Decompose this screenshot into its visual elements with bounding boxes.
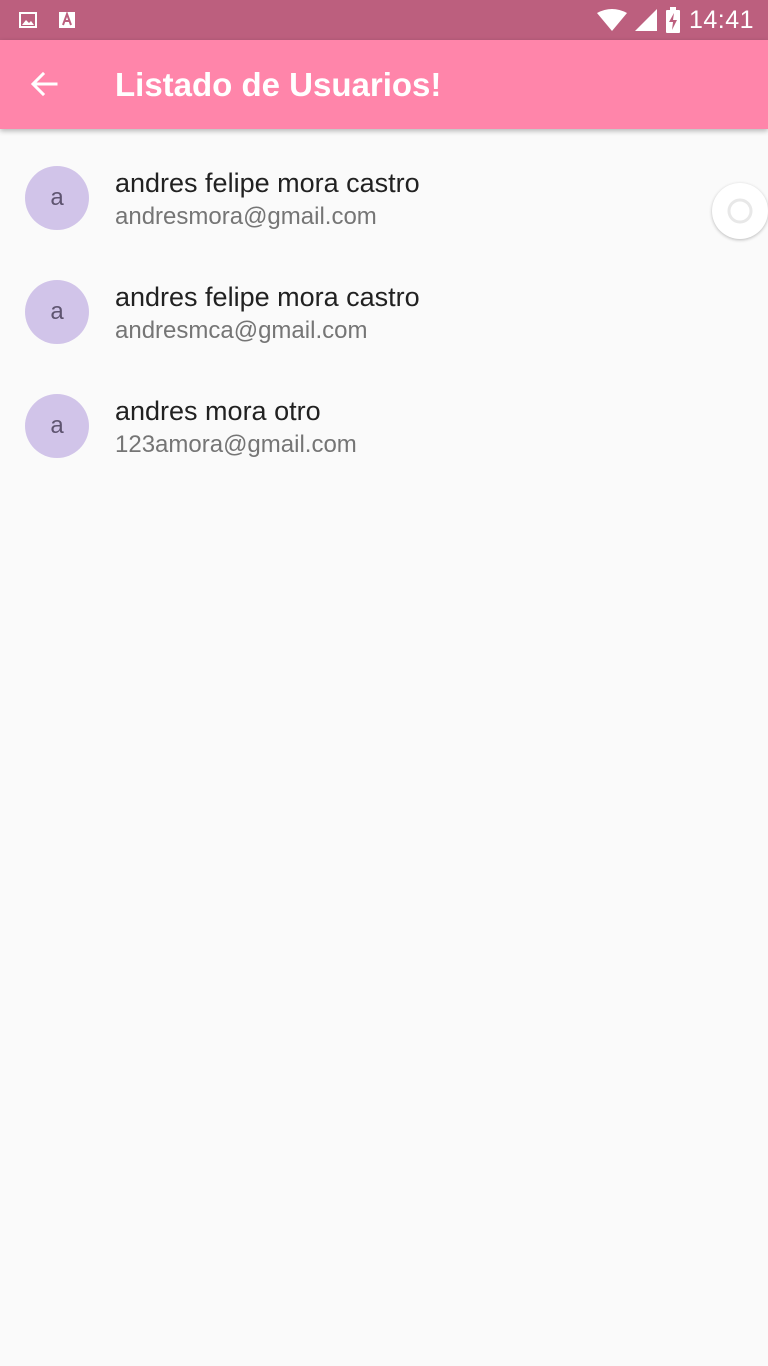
status-right-group: 14:41 <box>596 0 754 40</box>
back-button[interactable] <box>16 56 72 112</box>
status-time: 14:41 <box>688 5 754 34</box>
battery-charging-icon <box>665 7 680 33</box>
list-item[interactable]: a andres mora otro 123amora@gmail.com <box>0 370 768 484</box>
font-icon <box>59 11 75 28</box>
user-name: andres mora otro <box>115 396 321 426</box>
arrow-back-icon <box>30 71 58 97</box>
screen: 14:41 Listado de Usuarios! a andres feli… <box>0 0 768 1366</box>
app-bar: Listado de Usuarios! <box>0 40 768 129</box>
user-list: a andres felipe mora castro andresmora@g… <box>0 129 768 484</box>
list-item[interactable]: a andres felipe mora castro andresmora@g… <box>0 142 768 256</box>
status-bar: 14:41 <box>0 0 768 40</box>
user-email: 123amora@gmail.com <box>115 431 357 458</box>
refresh-indicator <box>712 183 768 239</box>
avatar: a <box>25 394 89 458</box>
user-name: andres felipe mora castro <box>115 282 420 312</box>
wifi-icon <box>596 9 627 31</box>
avatar: a <box>25 166 89 230</box>
list-item[interactable]: a andres felipe mora castro andresmca@gm… <box>0 256 768 370</box>
user-email: andresmca@gmail.com <box>115 317 368 344</box>
signal-icon <box>634 9 657 31</box>
avatar: a <box>25 280 89 344</box>
user-name: andres felipe mora castro <box>115 168 420 198</box>
page-title: Listado de Usuarios! <box>115 66 442 103</box>
image-icon <box>19 12 37 28</box>
user-email: andresmora@gmail.com <box>115 203 377 230</box>
refresh-spinner-icon <box>727 198 753 224</box>
